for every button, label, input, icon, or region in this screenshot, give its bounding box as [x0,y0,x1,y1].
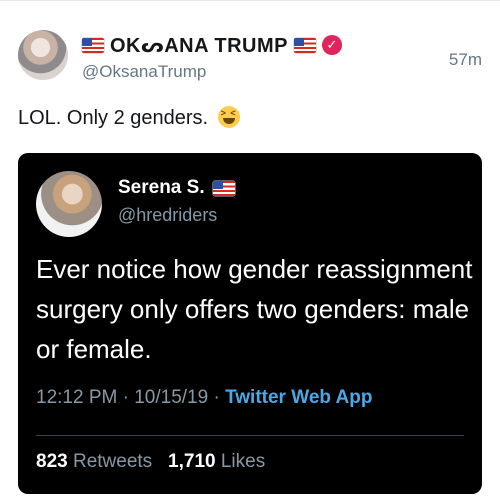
us-flag-icon [82,37,104,53]
quoted-date: 10/15/19 [134,387,209,408]
avatar[interactable] [18,30,68,80]
likes-count: 1,710 [168,451,216,472]
quoted-tweet-meta: 12:12 PM · 10/15/19 · Twitter Web App [36,387,373,409]
tweet-time[interactable]: 57m [449,50,482,70]
quoted-stats: 823 Retweets 1,710 Likes [36,451,265,473]
quoted-avatar [36,171,102,237]
meta-separator: · [122,387,135,408]
tweet-header: OKᔕANA TRUMP ✓ @OksanaTrump 57m [18,26,482,88]
laughing-emoji-icon [217,106,240,128]
likes-label: Likes [220,451,266,472]
tweet-text-content: LOL. Only 2 genders. [18,107,209,129]
quoted-display-name: Serena S. [118,177,205,198]
quoted-source: Twitter Web App [225,387,373,408]
verified-badge-icon: ✓ [321,35,342,55]
user-handle[interactable]: @OksanaTrump [82,62,206,82]
quoted-tweet-text: Ever notice how gender reassignment surg… [36,254,473,364]
top-divider [0,0,500,1]
quoted-name-row: Serena S. [118,177,235,199]
quoted-tweet-card[interactable]: Serena S. @hredriders Ever notice how ge… [18,153,482,494]
retweets-label: Retweets [72,451,153,472]
quoted-handle: @hredriders [118,205,218,225]
us-flag-icon [212,180,235,196]
meta-separator: · [213,387,226,408]
us-flag-icon [293,37,316,53]
stats-divider [36,435,464,436]
retweets-count: 823 [36,451,68,472]
quoted-time: 12:12 PM [36,387,118,408]
tweet-text: LOL. Only 2 genders. [18,106,240,130]
display-name[interactable]: OKᔕANA TRUMP [110,33,288,58]
name-row: OKᔕANA TRUMP ✓ [82,32,342,58]
